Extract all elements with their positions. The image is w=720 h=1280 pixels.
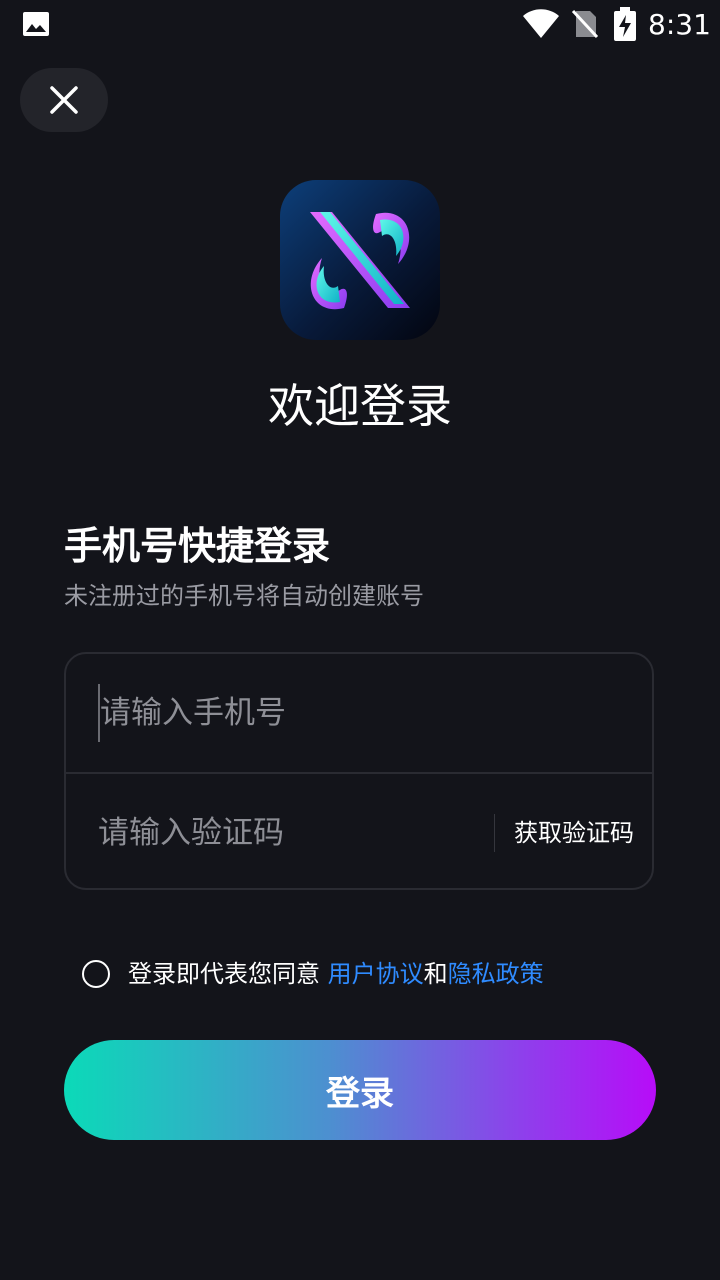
login-button[interactable]: 登录 [64, 1040, 656, 1140]
close-icon [50, 86, 78, 114]
agreement-text: 登录即代表您同意 用户协议和隐私政策 [128, 956, 544, 992]
get-code-button[interactable]: 获取验证码 [514, 814, 634, 852]
status-bar: 8:31 [0, 0, 720, 50]
login-button-label: 登录 [326, 1073, 394, 1114]
form-divider [66, 772, 652, 774]
agreement-checkbox[interactable] [82, 960, 110, 988]
agreement-prefix: 登录即代表您同意 [128, 960, 328, 988]
no-sim-icon [571, 9, 599, 39]
battery-charging-icon [614, 7, 636, 41]
gallery-icon [23, 12, 49, 36]
wifi-icon [523, 9, 559, 38]
phone-input[interactable] [98, 684, 620, 742]
close-button[interactable] [20, 68, 108, 132]
verification-code-input[interactable] [98, 804, 478, 862]
welcome-title: 欢迎登录 [268, 379, 452, 433]
section-title: 手机号快捷登录 [64, 524, 331, 568]
privacy-policy-link[interactable]: 隐私政策 [448, 960, 544, 988]
section-subtitle: 未注册过的手机号将自动创建账号 [64, 582, 424, 610]
agreement-conjunction: 和 [423, 960, 448, 988]
status-time: 8:31 [648, 8, 711, 41]
user-agreement-link[interactable]: 用户协议 [328, 960, 424, 988]
login-form: 获取验证码 [64, 652, 654, 890]
code-separator [494, 814, 495, 852]
app-logo [280, 180, 440, 340]
